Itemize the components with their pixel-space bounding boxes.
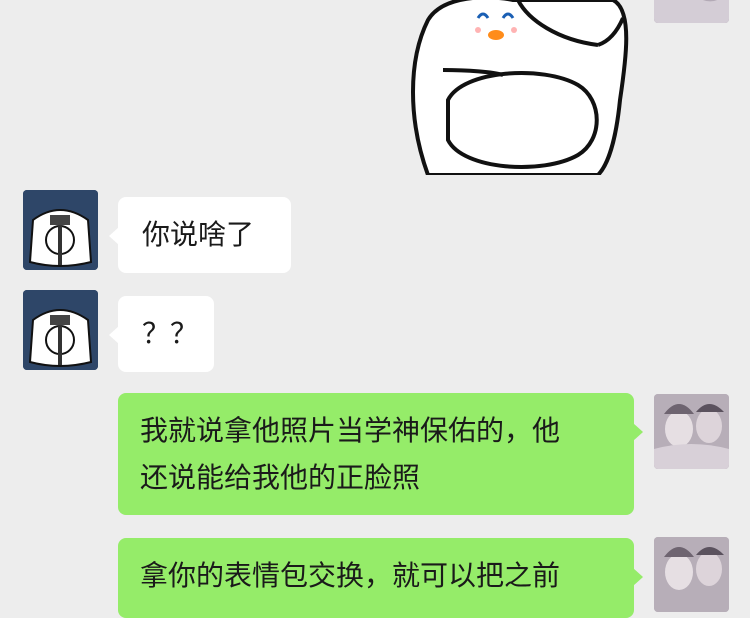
avatar-self[interactable] [654, 537, 729, 612]
couple-avatar-icon [654, 394, 729, 469]
message-text-line: 我就说拿他照片当学神保佑的，他 [140, 414, 561, 447]
cat-avatar-icon [23, 190, 98, 270]
sticker-message[interactable] [408, 0, 638, 177]
couple-avatar-icon [654, 0, 729, 23]
message-bubble[interactable]: 我就说拿他照片当学神保佑的，他 还说能给我他的正脸照 [118, 393, 643, 515]
avatar-self[interactable] [654, 0, 729, 23]
cartoon-blob-sticker [411, 0, 629, 177]
message-bubble[interactable]: ？？ [109, 296, 214, 372]
message-text: ？？ [142, 317, 199, 350]
message-text: 你说啥了 [142, 218, 255, 251]
avatar-friend[interactable] [23, 190, 98, 270]
couple-avatar-icon [654, 537, 729, 612]
avatar-friend[interactable] [23, 290, 98, 370]
message-bubble[interactable]: 拿你的表情包交换，就可以把之前 [118, 538, 643, 618]
message-bubble[interactable]: 你说啥了 [109, 197, 291, 273]
message-text-line: 拿你的表情包交换，就可以把之前 [140, 559, 561, 592]
message-text-line: 还说能给我他的正脸照 [140, 461, 421, 494]
chat-area: 你说啥了 ？？ 我就说拿他照片当学神保佑的，他 还说能给我他的正脸照 拿你的表情… [0, 0, 750, 618]
cat-avatar-icon [23, 290, 98, 370]
avatar-self[interactable] [654, 394, 729, 469]
